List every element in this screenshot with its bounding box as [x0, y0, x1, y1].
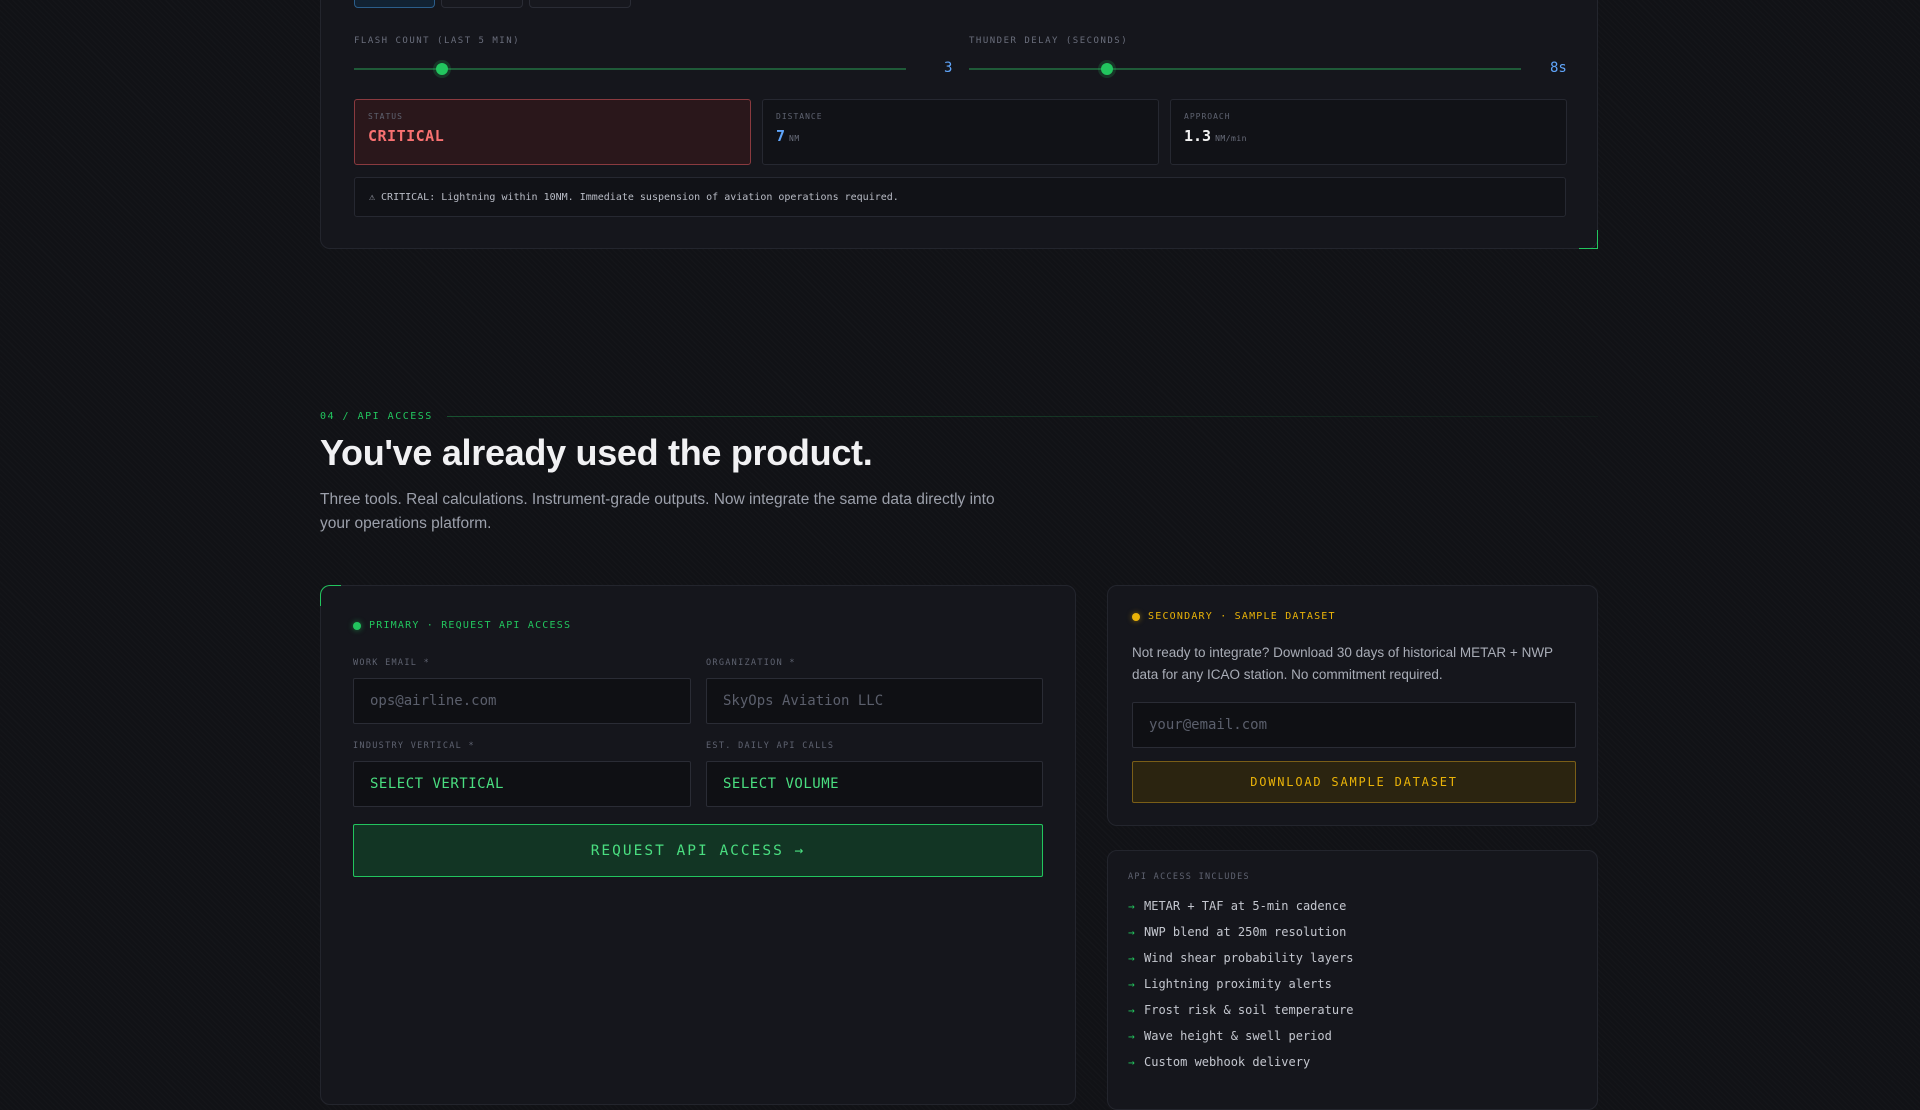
approach-value: 1.3 — [1184, 127, 1212, 145]
approach-label: APPROACH — [1184, 112, 1231, 121]
include-item-text: Lightning proximity alerts — [1144, 977, 1332, 991]
primary-tag-label: PRIMARY · REQUEST API ACCESS — [369, 620, 572, 631]
arrow-right-icon: → — [1128, 899, 1135, 913]
section-number-label: 04 / API ACCESS — [320, 411, 433, 422]
download-sample-button[interactable]: DOWNLOAD SAMPLE DATASET — [1132, 761, 1576, 803]
status-card: STATUS CRITICAL — [354, 99, 751, 165]
tab-aviation[interactable]: AVIATION — [354, 0, 436, 8]
distance-label: DISTANCE — [776, 112, 823, 121]
arrow-right-icon: → — [1128, 951, 1135, 965]
email-field-label: WORK EMAIL * — [353, 658, 431, 668]
corner-accent — [1579, 230, 1598, 249]
sample-email-input[interactable] — [1132, 702, 1576, 748]
sample-dataset-description: Not ready to integrate? Download 30 days… — [1132, 645, 1553, 682]
sample-dataset-card: SECONDARY · SAMPLE DATASET Not ready to … — [1107, 585, 1598, 826]
critical-alert-bar: ⚠ CRITICAL: Lightning within 10NM. Immed… — [354, 177, 1566, 217]
includes-list: → METAR + TAF at 5-min cadence → NWP blend… — [1128, 893, 1354, 1075]
include-item-text: METAR + TAF at 5-min cadence — [1144, 899, 1347, 913]
approach-card: APPROACH 1.3 NM/min — [1170, 99, 1567, 165]
section-eyebrow: 04 / API ACCESS — [320, 411, 1598, 422]
api-includes-card: API ACCESS INCLUDES → METAR + TAF at 5-mi… — [1107, 850, 1598, 1110]
include-item-text: Custom webhook delivery — [1144, 1055, 1311, 1069]
tab-maritime[interactable]: MARITIME — [441, 0, 523, 8]
thunder-delay-slider-thumb[interactable] — [1101, 63, 1113, 75]
include-item-text: NWP blend at 250m resolution — [1144, 925, 1347, 939]
volume-field-label: EST. DAILY API CALLS — [706, 741, 835, 751]
status-label: STATUS — [368, 112, 403, 121]
warning-icon: ⚠ — [369, 191, 376, 203]
daily-api-calls-select[interactable]: SELECT VOLUME — [706, 761, 1043, 807]
includes-title: API ACCESS INCLUDES — [1128, 872, 1250, 882]
list-item: → Frost risk & soil temperature — [1128, 997, 1354, 1023]
list-item: → Wave height & swell period — [1128, 1023, 1354, 1049]
arrow-right-icon: → — [1128, 1055, 1135, 1069]
flash-count-slider-thumb[interactable] — [436, 63, 449, 75]
request-api-access-button[interactable]: REQUEST API ACCESS → — [353, 824, 1043, 877]
api-access-form-card: PRIMARY · REQUEST API ACCESS WORK EMAIL … — [320, 585, 1076, 1105]
eyebrow-divider — [446, 416, 1598, 417]
flash-count-value: 3 — [944, 60, 953, 76]
lightning-simulator-panel: AVIATION MARITIME AGRICULTURE FLASH COUN… — [320, 0, 1598, 249]
include-item-text: Wave height & swell period — [1144, 1029, 1332, 1043]
status-dot-icon — [353, 621, 361, 630]
arrow-right-icon: → — [1128, 977, 1135, 991]
status-dot-icon — [1132, 612, 1140, 621]
corner-accent — [320, 585, 341, 606]
section-subtitle: Three tools. Real calculations. Instrume… — [320, 491, 995, 532]
industry-tabs: AVIATION MARITIME AGRICULTURE — [354, 0, 631, 8]
thunder-delay-slider[interactable] — [969, 63, 1521, 75]
list-item: → Custom webhook delivery — [1128, 1049, 1354, 1075]
list-item: → METAR + TAF at 5-min cadence — [1128, 893, 1354, 919]
section-title: You've already used the product. — [320, 432, 873, 473]
arrow-right-icon: → — [1128, 1003, 1135, 1017]
distance-unit: NM — [789, 134, 800, 143]
flash-count-label: FLASH COUNT (LAST 5 MIN) — [354, 36, 521, 46]
status-value: CRITICAL — [368, 127, 445, 145]
list-item: → NWP blend at 250m resolution — [1128, 919, 1354, 945]
primary-tag: PRIMARY · REQUEST API ACCESS — [353, 620, 571, 631]
organization-input[interactable] — [706, 678, 1043, 724]
approach-unit: NM/min — [1215, 134, 1247, 143]
thunder-delay-value: 8s — [1550, 60, 1567, 76]
arrow-right-icon: → — [1128, 925, 1135, 939]
flash-count-slider[interactable] — [354, 63, 906, 75]
industry-field-label: INDUSTRY VERTICAL * — [353, 741, 475, 751]
work-email-input[interactable] — [353, 678, 691, 724]
thunder-delay-label: THUNDER DELAY (SECONDS) — [969, 36, 1129, 46]
distance-card: DISTANCE 7 NM — [762, 99, 1159, 165]
list-item: → Wind shear probability layers — [1128, 945, 1354, 971]
distance-readout: 7 NM — [776, 127, 1145, 145]
approach-readout: 1.3 NM/min — [1184, 127, 1553, 145]
alert-text: CRITICAL: Lightning within 10NM. Immedia… — [381, 191, 899, 203]
arrow-right-icon: → — [1128, 1029, 1135, 1043]
list-item: → Lightning proximity alerts — [1128, 971, 1354, 997]
organization-field-label: ORGANIZATION * — [706, 658, 796, 668]
industry-vertical-select[interactable]: SELECT VERTICAL — [353, 761, 691, 807]
distance-value: 7 — [776, 127, 786, 145]
secondary-tag-label: SECONDARY · SAMPLE DATASET — [1148, 611, 1336, 622]
include-item-text: Frost risk & soil temperature — [1144, 1003, 1354, 1017]
tab-agriculture[interactable]: AGRICULTURE — [528, 0, 631, 8]
include-item-text: Wind shear probability layers — [1144, 951, 1354, 965]
secondary-tag: SECONDARY · SAMPLE DATASET — [1132, 611, 1336, 622]
